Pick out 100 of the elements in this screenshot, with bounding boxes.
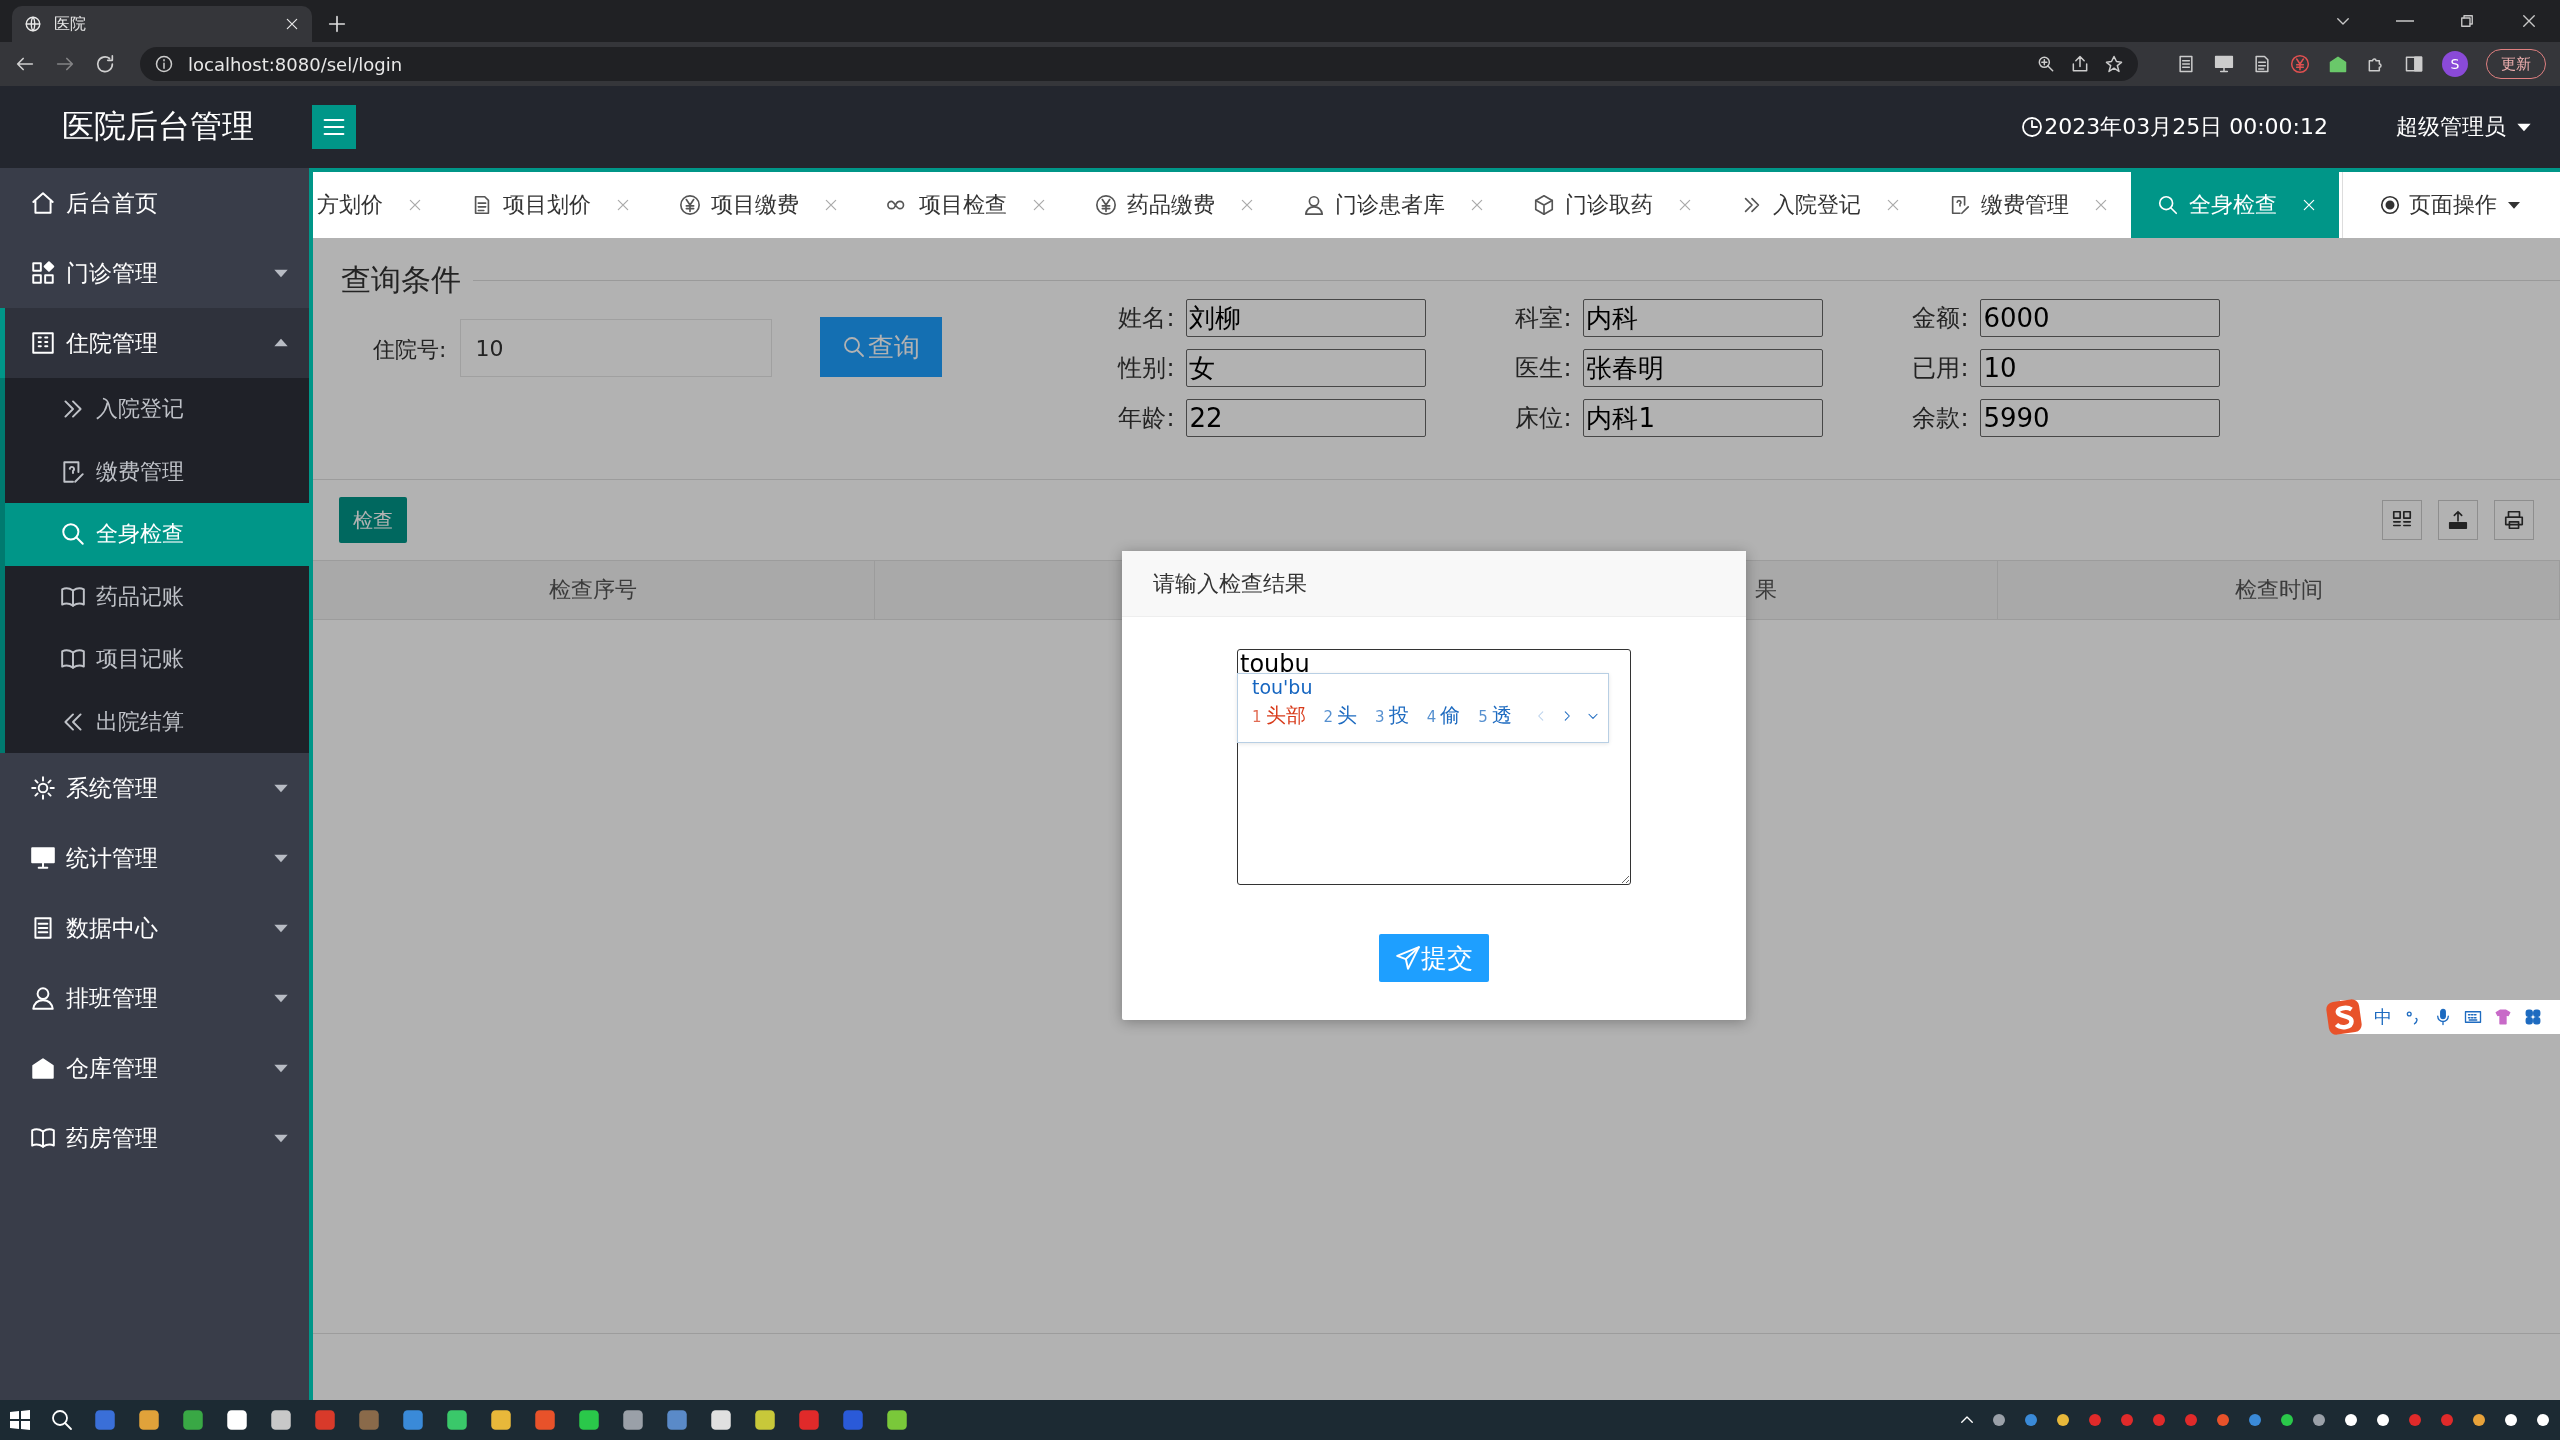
skin-icon [2494, 1008, 2512, 1026]
sidebar-item[interactable]: 药房管理 [0, 1103, 309, 1173]
dialog-title: 请输入检查结果 [1122, 551, 1746, 617]
app-icon[interactable] [708, 1407, 734, 1433]
app-icon[interactable] [620, 1407, 646, 1433]
date-time: 2023年03月25日 00:00:12 [2044, 113, 2328, 141]
text-field[interactable]: 10 [1980, 349, 2221, 387]
extension-icon [2252, 54, 2272, 74]
side-panel-icon [2404, 54, 2424, 74]
submenu-item[interactable]: 药品记账 [5, 565, 309, 628]
update-button[interactable]: 更新 [2486, 49, 2546, 79]
ime-candidate[interactable]: 2 头 [1323, 702, 1358, 729]
text-field[interactable]: 刘柳 [1186, 299, 1427, 337]
ime-candidate[interactable]: 5 透 [1478, 702, 1512, 729]
admission-number-field[interactable]: 10 [460, 319, 773, 377]
text-field[interactable]: 5990 [1980, 399, 2221, 437]
tray-icon[interactable] [2470, 1411, 2488, 1429]
close-icon [2093, 197, 2109, 213]
sidebar-item[interactable]: 后台首页 [0, 168, 309, 238]
tab[interactable]: 门诊取药 [1507, 172, 1715, 238]
house-icon [30, 1055, 56, 1081]
text-field[interactable]: 6000 [1980, 299, 2221, 337]
sidebar-item[interactable]: 门诊管理 [0, 238, 309, 308]
sidebar-item[interactable]: 仓库管理 [0, 1033, 309, 1103]
tray-icon[interactable] [2278, 1411, 2296, 1429]
app-icon[interactable] [884, 1407, 910, 1433]
tray-icon[interactable] [2342, 1411, 2360, 1429]
text-field[interactable]: 22 [1186, 399, 1427, 437]
app-icon[interactable] [444, 1407, 470, 1433]
field-label: 年龄: [1118, 403, 1176, 434]
app-title: 医院后台管理 [62, 106, 255, 147]
star-icon [2104, 54, 2124, 74]
menu-button[interactable] [312, 105, 356, 149]
user-menu[interactable]: 超级管理员 [2396, 112, 2506, 142]
yen-icon [679, 194, 701, 216]
tab[interactable]: 项目划价 [445, 172, 653, 238]
settings-icon [30, 775, 56, 801]
column-header: 果 [1754, 576, 1777, 604]
close-icon [284, 16, 300, 32]
tab[interactable]: 门诊患者库 [1277, 172, 1507, 238]
submenu-item[interactable]: 出院结算 [5, 690, 309, 753]
search-icon [842, 335, 867, 359]
tray-icon[interactable] [2310, 1411, 2328, 1429]
ime-candidate[interactable]: 1 头部 [1252, 702, 1306, 729]
tray-icon[interactable] [2054, 1411, 2072, 1429]
print-icon [2503, 509, 2525, 531]
share-icon [2070, 54, 2090, 74]
submenu-item[interactable]: 缴费管理 [5, 440, 309, 503]
export-button[interactable] [2438, 500, 2478, 540]
text-field[interactable]: 女 [1186, 349, 1427, 387]
sidebar-item[interactable]: 住院管理 [0, 308, 309, 378]
print-button[interactable] [2494, 500, 2534, 540]
tray-icon[interactable] [1990, 1411, 2008, 1429]
text-field[interactable]: 张春明 [1583, 349, 1824, 387]
sidebar-item[interactable]: 排班管理 [0, 963, 309, 1033]
restore-icon [2458, 12, 2476, 30]
submenu-item[interactable]: 入院登记 [5, 378, 309, 441]
tab[interactable]: 入院登记 [1715, 172, 1923, 238]
close-icon [407, 197, 423, 213]
tab[interactable]: 项目缴费 [653, 172, 861, 238]
profile-avatar[interactable]: S [2442, 51, 2468, 77]
tray-icon[interactable] [2374, 1411, 2392, 1429]
yen-icon [1095, 194, 1117, 216]
app-icon[interactable] [136, 1407, 162, 1433]
app-icon[interactable] [224, 1407, 250, 1433]
field-label: 医生: [1515, 353, 1573, 384]
tab[interactable]: 药品缴费 [1069, 172, 1277, 238]
text-field[interactable]: 内科1 [1583, 399, 1824, 437]
sidebar-item[interactable]: 数据中心 [0, 893, 309, 963]
tab[interactable]: 方划价 [313, 172, 445, 238]
field-label: 余款: [1912, 403, 1970, 434]
app-icon[interactable] [268, 1407, 294, 1433]
app-icon[interactable] [488, 1407, 514, 1433]
submenu-item[interactable]: 项目记账 [5, 628, 309, 691]
close-icon [1469, 197, 1485, 213]
tab[interactable]: 全身检查 [2131, 172, 2339, 238]
ime-candidate[interactable]: 3 投 [1375, 702, 1409, 729]
app-icon[interactable] [576, 1407, 602, 1433]
sidebar-item[interactable]: 系统管理 [0, 753, 309, 823]
ime-candidate[interactable]: 4 偷 [1426, 702, 1461, 729]
columns-button[interactable] [2382, 500, 2422, 540]
field-label: 姓名: [1118, 303, 1176, 334]
tray-icon[interactable] [2534, 1411, 2552, 1429]
tray-icon[interactable] [2502, 1411, 2520, 1429]
close-icon [2520, 12, 2538, 30]
browser-tab[interactable]: 医院 [12, 6, 312, 42]
form-icon [1949, 194, 1971, 216]
home-icon [30, 190, 56, 216]
close-icon [823, 197, 839, 213]
address-field[interactable]: localhost:8080/sel/login [140, 47, 2138, 81]
sidebar-item[interactable]: 统计管理 [0, 823, 309, 893]
submenu-item[interactable]: 全身检查 [5, 503, 309, 566]
text-field[interactable]: 内科 [1583, 299, 1824, 337]
keyboard-icon [2464, 1008, 2482, 1026]
close-icon [1031, 197, 1047, 213]
tab[interactable]: 项目检查 [861, 172, 1069, 238]
tab[interactable]: 缴费管理 [1923, 172, 2131, 238]
app-icon[interactable] [752, 1407, 778, 1433]
field-label: 床位: [1515, 403, 1573, 434]
input-mode-toggle[interactable]: 中 [2374, 1005, 2392, 1029]
